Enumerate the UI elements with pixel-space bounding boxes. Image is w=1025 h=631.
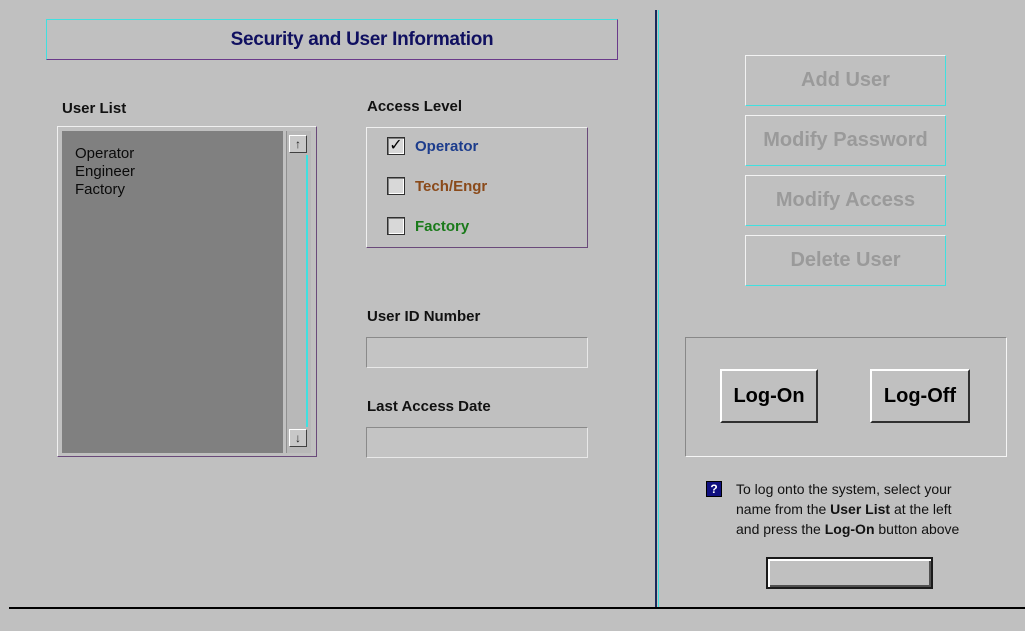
help-line-1: To log onto the system, select your: [736, 481, 952, 497]
access-level-label: Access Level: [367, 98, 463, 115]
user-list-scrollbar[interactable]: ↑ ↓: [286, 131, 311, 453]
add-user-button[interactable]: Add User: [745, 55, 946, 106]
access-option-label: Factory: [415, 217, 470, 235]
bottom-action-button[interactable]: [766, 557, 933, 589]
logon-button[interactable]: Log-On: [720, 369, 818, 423]
user-list[interactable]: Operator Engineer Factory: [62, 131, 283, 453]
modify-password-button[interactable]: Modify Password: [745, 115, 946, 166]
arrow-up-icon[interactable]: ↑: [289, 135, 307, 153]
help-line-3: and press the Log-On button above: [736, 521, 960, 537]
modify-access-button[interactable]: Modify Access: [745, 175, 946, 226]
access-level-group: ✓ Operator Tech/Engr Factory: [366, 127, 588, 248]
access-option-factory[interactable]: Factory: [387, 217, 469, 235]
vertical-divider-highlight: [658, 10, 659, 608]
scroll-track-line: [306, 155, 308, 427]
checkbox-checked-icon[interactable]: ✓: [387, 137, 405, 155]
list-item[interactable]: Engineer: [75, 163, 283, 181]
access-option-label: Operator: [415, 137, 479, 155]
access-option-label: Tech/Engr: [415, 177, 488, 195]
help-text: To log onto the system, select your name…: [736, 479, 1006, 539]
last-access-field[interactable]: [366, 427, 588, 458]
user-id-field[interactable]: [366, 337, 588, 368]
user-list-label: User List: [62, 100, 127, 117]
access-option-operator[interactable]: ✓ Operator: [387, 137, 478, 155]
checkbox-icon[interactable]: [387, 217, 405, 235]
user-id-label: User ID Number: [367, 308, 481, 325]
horizontal-divider: [9, 607, 1025, 609]
access-option-tech-engr[interactable]: Tech/Engr: [387, 177, 487, 195]
vertical-divider: [655, 10, 657, 608]
list-item[interactable]: Operator: [75, 145, 283, 163]
last-access-label: Last Access Date: [367, 398, 491, 415]
delete-user-button[interactable]: Delete User: [745, 235, 946, 286]
help-icon[interactable]: ?: [706, 481, 722, 497]
arrow-down-icon[interactable]: ↓: [289, 429, 307, 447]
checkbox-icon[interactable]: [387, 177, 405, 195]
page-title: Security and User Information: [230, 28, 494, 50]
list-item[interactable]: Factory: [75, 181, 283, 199]
page-title-banner: Security and User Information: [46, 19, 618, 60]
help-line-2: name from the User List at the left: [736, 501, 952, 517]
logoff-button[interactable]: Log-Off: [870, 369, 970, 423]
